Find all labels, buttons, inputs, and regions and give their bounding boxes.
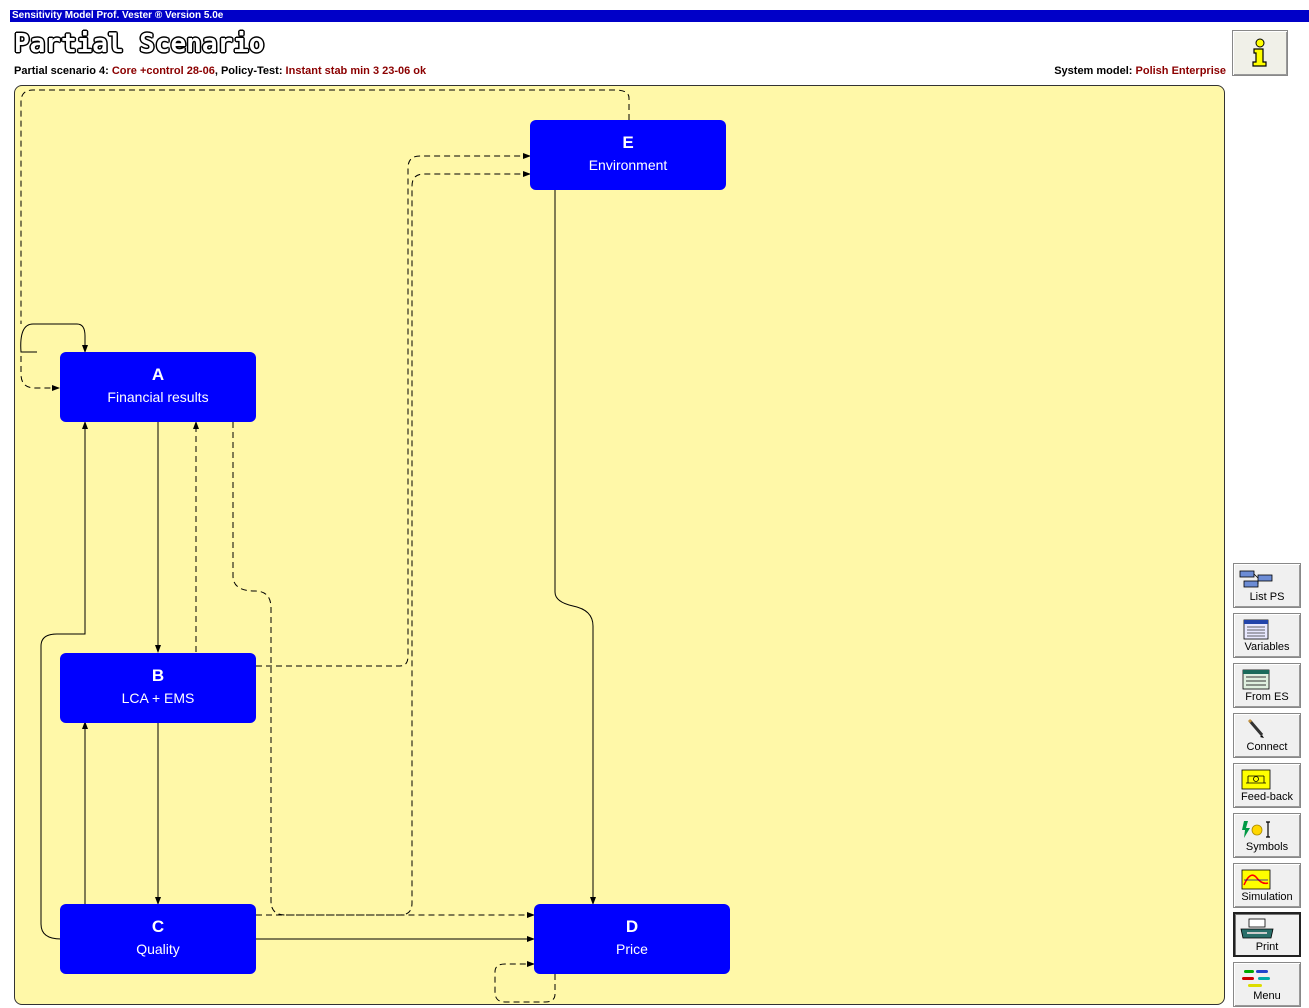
from-es-icon	[1242, 669, 1270, 690]
symbols-label: Symbols	[1245, 841, 1289, 853]
policy-prefix: , Policy-Test:	[214, 65, 286, 77]
feedback-icon	[1241, 769, 1271, 790]
pencil-icon	[1247, 718, 1264, 738]
list-ps-label: List PS	[1249, 591, 1285, 603]
scenario-info: Partial scenario 4: Core +control 28-06,…	[14, 65, 426, 77]
connection-a-a-solid	[20, 323, 88, 353]
printer-icon	[1240, 918, 1274, 939]
print-label: Print	[1255, 941, 1279, 953]
system-model-prefix: System model:	[1054, 65, 1136, 77]
node-letter: B	[151, 666, 165, 685]
node-letter: D	[625, 917, 639, 936]
variables-label: Variables	[1244, 641, 1290, 653]
simulation-button[interactable]: Simulation	[1233, 863, 1301, 908]
node-label: Financial results	[107, 389, 209, 405]
feedback-label: Feed-back	[1241, 791, 1293, 803]
print-button[interactable]: Print	[1233, 912, 1301, 957]
node-label: Environment	[588, 157, 668, 173]
node-letter: A	[151, 365, 165, 384]
variable-node-e[interactable]: E Environment	[530, 120, 726, 190]
from-es-label: From ES	[1245, 691, 1289, 703]
from-es-button[interactable]: From ES	[1233, 663, 1301, 708]
list-ps-icon	[1239, 570, 1273, 588]
node-label: Price	[616, 941, 648, 957]
window-titlebar: Sensitivity Model Prof. Vester ® Version…	[0, 0, 1309, 22]
connections-layer	[20, 89, 630, 1003]
feedback-button[interactable]: Feed-back	[1233, 763, 1301, 808]
system-model-info: System model: Polish Enterprise	[1054, 65, 1226, 77]
simulation-icon	[1241, 869, 1271, 890]
page-title: Partial Scenario	[14, 29, 265, 59]
variables-icon	[1243, 619, 1269, 640]
scenario-prefix: Partial scenario 4:	[14, 65, 112, 77]
connection-e-d	[554, 190, 596, 905]
variable-node-c[interactable]: C Quality	[60, 904, 256, 974]
connection-a-a-dashed	[20, 351, 60, 391]
node-label: LCA + EMS	[121, 690, 195, 706]
simulation-label: Simulation	[1241, 891, 1293, 903]
node-letter: E	[622, 133, 634, 152]
scenario-name: Core +control 28-06	[111, 65, 215, 77]
node-letter: C	[151, 917, 165, 936]
variable-node-a[interactable]: A Financial results	[60, 352, 256, 422]
menu-button[interactable]: Menu	[1233, 962, 1301, 1007]
scenario-canvas[interactable]: A Financial results B LCA + EMS C Qualit…	[14, 85, 1225, 1005]
connection-c-e	[256, 171, 531, 916]
menu-label: Menu	[1253, 990, 1281, 1002]
symbols-icon	[1242, 821, 1270, 838]
variables-button[interactable]: Variables	[1233, 613, 1301, 658]
variable-node-d[interactable]: D Price	[534, 904, 730, 974]
connection-a-d	[232, 422, 535, 918]
info-icon	[1252, 38, 1267, 67]
node-label: Quality	[136, 941, 180, 957]
variable-node-b[interactable]: B LCA + EMS	[60, 653, 256, 723]
info-button[interactable]	[1232, 30, 1288, 76]
connect-button[interactable]: Connect	[1233, 713, 1301, 758]
list-ps-button[interactable]: List PS	[1233, 563, 1301, 608]
symbols-button[interactable]: Symbols	[1233, 813, 1301, 858]
window-title: Sensitivity Model Prof. Vester ® Version…	[10, 10, 1309, 22]
system-model-name: Polish Enterprise	[1135, 65, 1226, 77]
policy-name: Instant stab min 3 23-06 ok	[285, 65, 427, 77]
connection-b-e	[256, 153, 531, 667]
menu-icon	[1242, 970, 1270, 987]
connect-label: Connect	[1246, 741, 1288, 753]
